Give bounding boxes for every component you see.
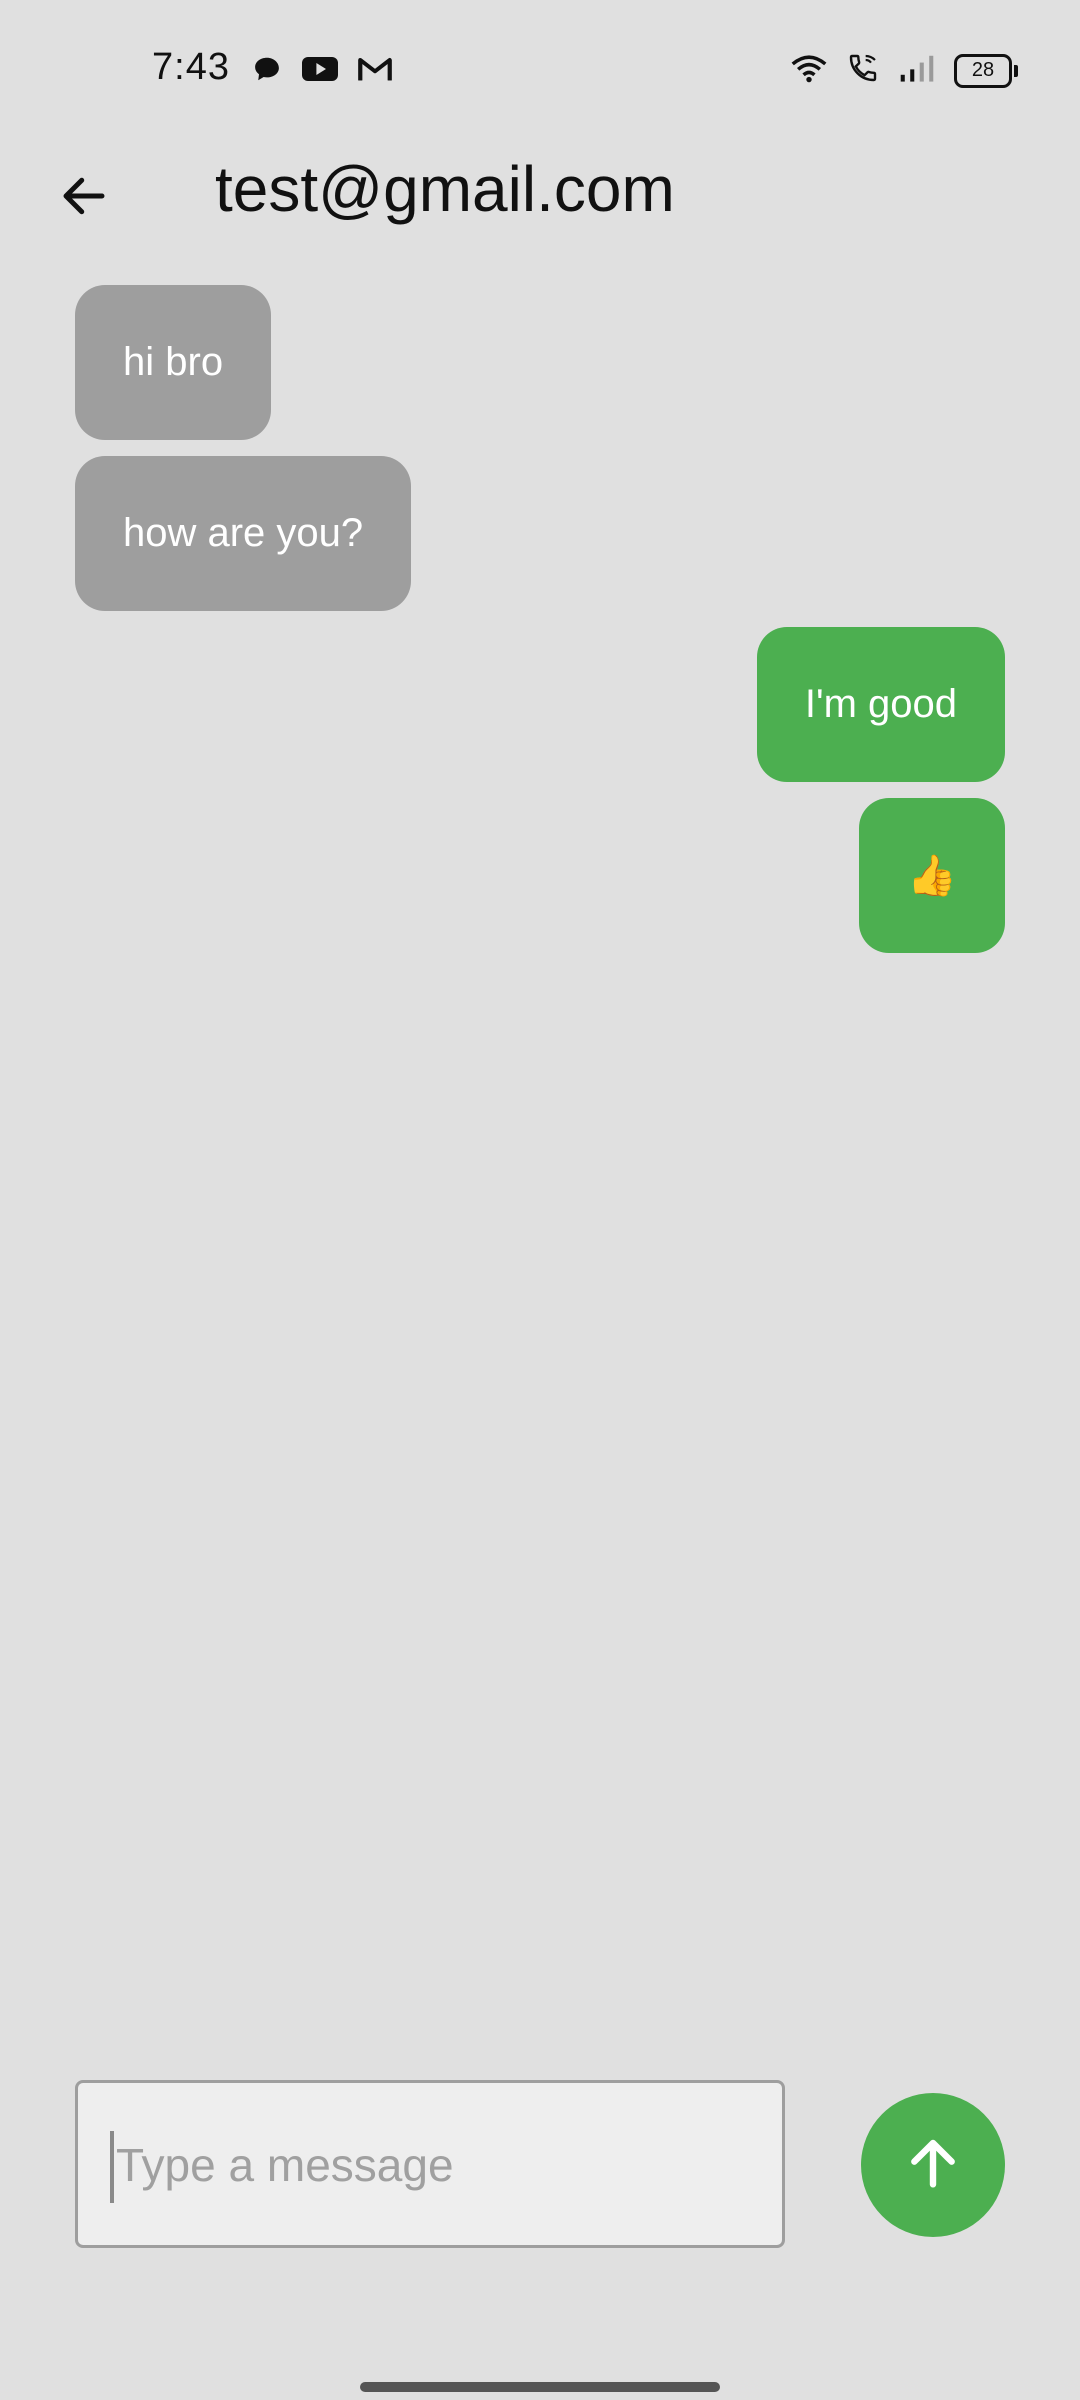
wifi-icon (790, 53, 828, 88)
signal-icon (898, 53, 936, 88)
arrow-up-icon (901, 2131, 965, 2200)
app-bar: test@gmail.com (0, 140, 1080, 250)
message-input-container (75, 2080, 785, 2248)
message-text: I'm good (804, 682, 957, 726)
message-row: how are you? (75, 456, 1005, 611)
status-time: 7:43 (152, 46, 230, 88)
message-row: 👍 (75, 798, 1005, 953)
incoming-message-bubble[interactable]: how are you? (75, 456, 412, 611)
message-row: I'm good (75, 627, 1005, 782)
outgoing-message-bubble[interactable]: 👍 (859, 798, 1005, 953)
arrow-left-icon (57, 169, 111, 228)
battery-icon: 28 (954, 53, 1018, 88)
chat-screen: 7:43 28 test@gmail.com hi bro how are yo… (0, 0, 1080, 2400)
send-button[interactable] (861, 2093, 1005, 2237)
message-row: hi bro (75, 285, 1005, 440)
incoming-message-bubble[interactable]: hi bro (75, 285, 272, 440)
status-bar: 7:43 28 (0, 0, 1080, 140)
message-list: hi bro how are you? I'm good 👍 (75, 285, 1005, 969)
back-button[interactable] (48, 162, 120, 234)
message-text: hi bro (123, 340, 224, 384)
battery-level: 28 (971, 59, 995, 81)
chat-icon (252, 54, 282, 89)
home-indicator[interactable] (360, 2382, 720, 2392)
notification-icons (252, 54, 392, 89)
system-icons: 28 (790, 52, 1018, 89)
message-input[interactable] (114, 2083, 758, 2247)
gmail-icon (358, 55, 392, 88)
chat-title: test@gmail.com (215, 153, 675, 225)
youtube-icon (302, 55, 338, 88)
outgoing-message-bubble[interactable]: I'm good (756, 627, 1005, 782)
thumbs-up-emoji: 👍 (907, 854, 957, 898)
wifi-calling-icon (846, 52, 880, 89)
message-text: how are you? (123, 511, 364, 555)
